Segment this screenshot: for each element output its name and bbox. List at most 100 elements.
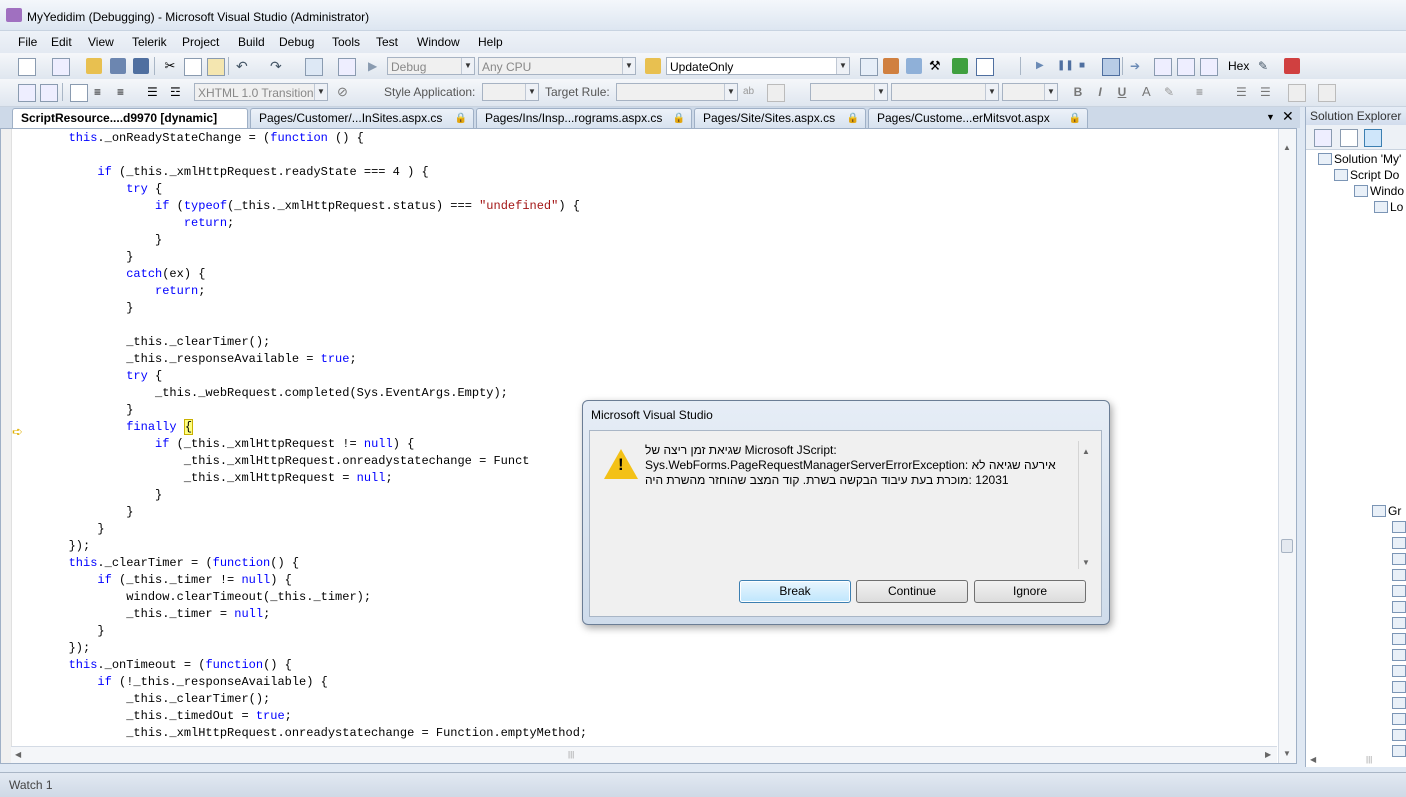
menu-help[interactable]: Help [478, 35, 503, 49]
code-line[interactable]: } [11, 300, 587, 317]
step-over-icon[interactable] [1177, 58, 1195, 76]
breakpoints-icon[interactable]: ✎ [1258, 58, 1274, 74]
code-line[interactable]: } [11, 623, 587, 640]
bulleted-list-icon[interactable]: ☰ [1260, 84, 1276, 100]
find-icon[interactable] [860, 58, 878, 76]
undo-icon[interactable]: ↶ [236, 58, 252, 74]
menu-file[interactable]: File [18, 35, 37, 49]
tree-item[interactable]: Sc [1392, 551, 1406, 567]
outdent-icon[interactable]: ≡ [94, 84, 110, 100]
tree-item[interactable]: Sc [1392, 535, 1406, 551]
code-line[interactable]: return; [11, 215, 587, 232]
horizontal-scrollbar[interactable]: ◀ ||| ▶ [11, 746, 1277, 763]
scroll-thumb[interactable] [1281, 539, 1293, 553]
tree-item[interactable]: Script Do [1334, 167, 1399, 183]
add-item-icon[interactable] [52, 58, 70, 76]
html-source-icon[interactable] [18, 84, 36, 102]
menu-telerik[interactable]: Telerik [132, 35, 167, 49]
code-line[interactable]: } [11, 402, 587, 419]
bold-icon[interactable]: B [1070, 84, 1086, 100]
vertical-scrollbar[interactable]: ▲ ▼ [1278, 129, 1296, 763]
menu-view[interactable]: View [88, 35, 114, 49]
object-browser-icon[interactable] [906, 58, 922, 74]
tab-customer-insites[interactable]: Pages/Customer/...InSites.aspx.cs 🔒 [250, 108, 474, 128]
solution-configuration-combo[interactable]: Debug ▼ [387, 57, 475, 75]
start-page-icon[interactable] [952, 58, 968, 74]
spelling-icon[interactable]: ab [743, 84, 759, 100]
step-into-icon[interactable] [1154, 58, 1172, 76]
continue-icon[interactable]: ▶ [1036, 58, 1052, 74]
menu-test[interactable]: Test [376, 35, 398, 49]
code-line[interactable]: _this._responseAvailable = true; [11, 351, 587, 368]
save-icon[interactable] [110, 58, 126, 74]
code-line[interactable]: catch(ex) { [11, 266, 587, 283]
code-line[interactable]: }); [11, 538, 587, 555]
tree-item[interactable]: "; [1392, 743, 1406, 759]
scroll-down-icon[interactable]: ▼ [1283, 749, 1291, 758]
code-line[interactable]: } [11, 232, 587, 249]
scroll-left-icon[interactable]: ◀ [15, 750, 21, 759]
code-line[interactable]: _this._clearTimer(); [11, 691, 587, 708]
navigate-forward-icon[interactable] [338, 58, 356, 76]
start-debug-icon[interactable]: ▶ [368, 58, 384, 74]
find-combo[interactable]: UpdateOnly ▼ [666, 57, 850, 75]
highlight-icon[interactable]: ✎ [1164, 84, 1180, 100]
code-line[interactable]: try { [11, 368, 587, 385]
html-design-icon[interactable] [40, 84, 58, 102]
properties-icon[interactable] [883, 58, 899, 74]
active-files-dropdown-icon[interactable]: ▼ [1266, 112, 1275, 122]
tree-item[interactable]: "; [1392, 695, 1406, 711]
insert-table-icon[interactable] [1318, 84, 1336, 102]
continue-button[interactable]: Continue [856, 580, 968, 603]
command-window-icon[interactable] [976, 58, 994, 76]
redo-icon[interactable]: ↷ [270, 58, 286, 74]
target-rule-combo[interactable]: ▼ [616, 83, 738, 101]
tree-item[interactable]: Sc [1392, 615, 1406, 631]
scroll-down-icon[interactable]: ▼ [1082, 558, 1090, 567]
code-line[interactable]: _this._xmlHttpRequest.onreadystatechange… [11, 453, 587, 470]
indent-icon[interactable]: ≡ [117, 84, 133, 100]
new-style-icon[interactable] [767, 84, 785, 102]
toolbox-icon[interactable]: ⚒ [929, 58, 945, 74]
comment-icon[interactable]: ☰ [147, 84, 163, 100]
cut-icon[interactable]: ✂ [162, 58, 178, 74]
menu-project[interactable]: Project [182, 35, 219, 49]
code-line[interactable]: _this._xmlHttpRequest.onreadystatechange… [11, 725, 587, 742]
tree-item[interactable]: Sc [1392, 583, 1406, 599]
tab-scriptresource[interactable]: ScriptResource....d9970 [dynamic] [12, 108, 248, 128]
menu-edit[interactable]: Edit [51, 35, 72, 49]
underline-icon[interactable]: U [1114, 84, 1130, 100]
menu-debug[interactable]: Debug [279, 35, 314, 49]
open-folder-icon[interactable] [86, 58, 102, 74]
navigate-backward-icon[interactable] [305, 58, 323, 76]
block-format-combo[interactable]: ▼ [810, 83, 888, 101]
menu-build[interactable]: Build [238, 35, 265, 49]
tab-ins-programs[interactable]: Pages/Ins/Insp...rograms.aspx.cs 🔒 [476, 108, 692, 128]
code-line[interactable] [11, 317, 587, 334]
italic-icon[interactable]: I [1092, 84, 1108, 100]
show-all-files-icon[interactable] [1364, 129, 1382, 147]
break-button[interactable]: Break [739, 580, 851, 603]
solution-tree[interactable]: Solution 'My'Script DoWindoLoGrWScScScSc… [1306, 151, 1406, 757]
tree-item[interactable]: Sc [1392, 567, 1406, 583]
insert-image-icon[interactable] [1288, 84, 1306, 102]
code-line[interactable]: } [11, 249, 587, 266]
refresh-icon[interactable] [1340, 129, 1358, 147]
tree-item[interactable]: Sc [1392, 679, 1406, 695]
code-line[interactable]: _this._timedOut = true; [11, 708, 587, 725]
code-line[interactable]: if (_this._xmlHttpRequest != null) { [11, 436, 587, 453]
tree-item[interactable]: Solution 'My' [1318, 151, 1401, 167]
font-name-combo[interactable]: ▼ [891, 83, 999, 101]
ignore-button[interactable]: Ignore [974, 580, 1086, 603]
message-scrollbar[interactable]: ▲ ▼ [1078, 441, 1093, 569]
scroll-right-icon[interactable]: ▶ [1265, 750, 1271, 759]
code-line[interactable]: this._clearTimer = (function() { [11, 555, 587, 572]
copy-icon[interactable] [184, 58, 202, 76]
tree-item[interactable]: Sc [1392, 647, 1406, 663]
step-out-icon[interactable] [1200, 58, 1218, 76]
scroll-up-icon[interactable]: ▲ [1283, 143, 1291, 152]
tree-item[interactable]: "; [1392, 711, 1406, 727]
find-in-files-icon[interactable] [645, 58, 661, 74]
code-line[interactable]: this._onTimeout = (function() { [11, 657, 587, 674]
style-application-combo[interactable]: ▼ [482, 83, 539, 101]
